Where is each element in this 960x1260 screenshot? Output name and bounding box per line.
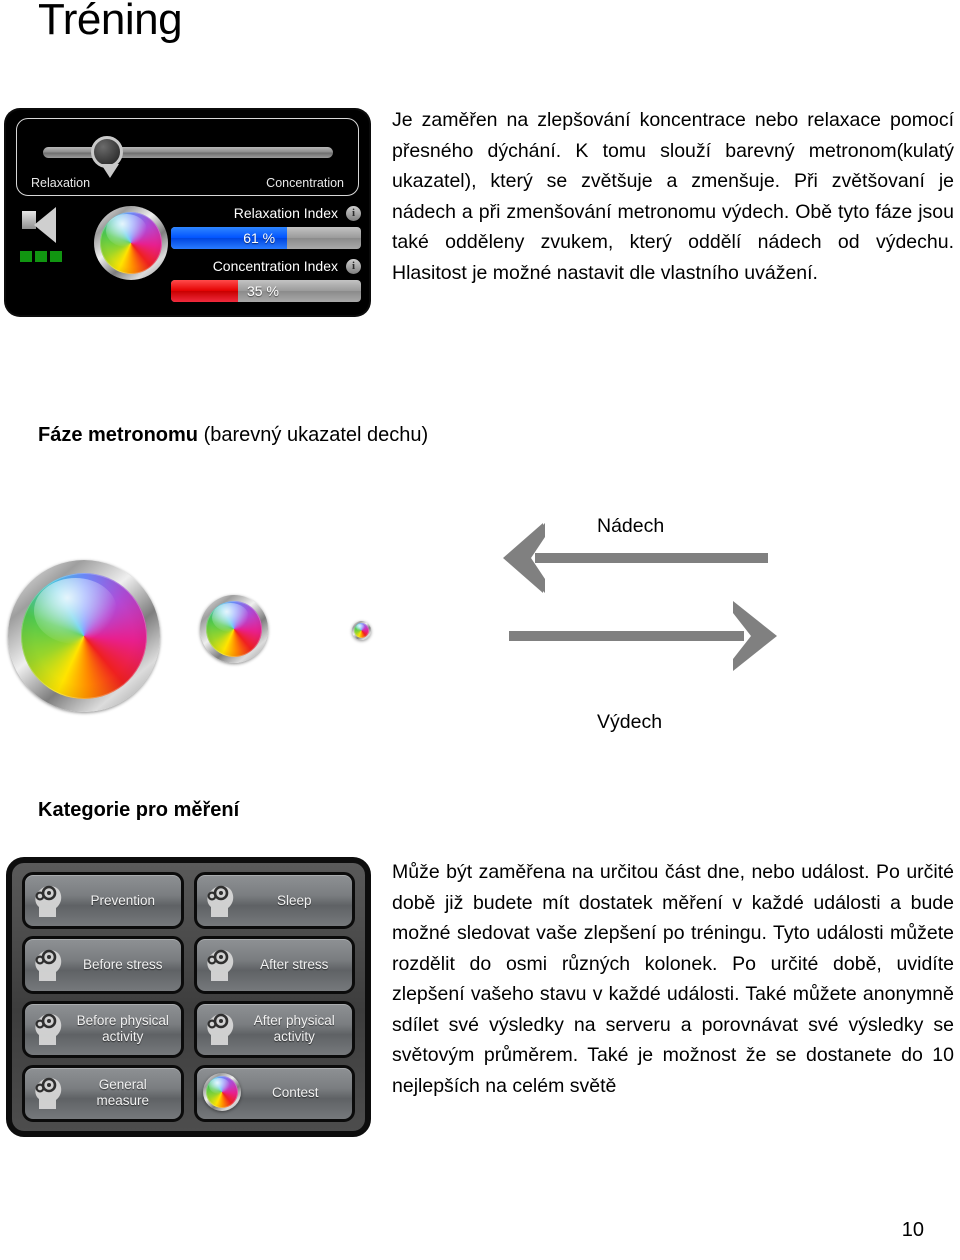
info-icon[interactable]: i bbox=[346, 205, 361, 221]
categories-row: Before physical activity After physical … bbox=[22, 1000, 355, 1058]
intro-paragraph: Je zaměřen na zlepšování koncentrace neb… bbox=[392, 109, 954, 284]
exhale-arrow-icon bbox=[509, 601, 777, 671]
metronome-phase-heading-rest: (barevný ukazatel dechu) bbox=[198, 424, 429, 446]
head-gears-icon bbox=[201, 1009, 243, 1049]
relaxation-index-bar: 61 % bbox=[171, 227, 361, 249]
info-icon[interactable]: i bbox=[346, 258, 361, 274]
concentration-index-label: Concentration Index bbox=[212, 258, 338, 274]
category-label: Prevention bbox=[90, 892, 156, 908]
metronome-wheel-medium bbox=[200, 595, 268, 663]
category-button-sleep[interactable]: Sleep bbox=[193, 872, 355, 930]
category-label: Sleep bbox=[276, 892, 312, 908]
relaxation-index-row: Relaxation Index i bbox=[165, 202, 361, 224]
metronome-wheel bbox=[94, 206, 168, 280]
speaker-icon bbox=[20, 207, 60, 243]
relaxation-index-value: 61 % bbox=[243, 230, 276, 246]
head-gears-icon bbox=[29, 945, 71, 985]
slider-label-relaxation: Relaxation bbox=[31, 176, 91, 190]
category-button-before-physical-activity[interactable]: Before physical activity bbox=[22, 1000, 184, 1058]
category-button-after-stress[interactable]: After stress bbox=[193, 936, 355, 994]
page-title: Tréning bbox=[38, 0, 183, 44]
category-label: After stress bbox=[260, 956, 329, 972]
inhale-label: Nádech bbox=[597, 515, 665, 537]
metronome-phase-heading: Fáze metronomu (barevný ukazatel dechu) bbox=[38, 423, 428, 447]
slider-knob[interactable] bbox=[91, 136, 123, 178]
category-label: General measure bbox=[96, 1077, 150, 1109]
categories-row: General measure Contest bbox=[22, 1064, 355, 1122]
metronome-wheel-small bbox=[352, 621, 371, 640]
index-readouts: Relaxation Index i 61 % Concentration In… bbox=[165, 202, 361, 308]
category-button-prevention[interactable]: Prevention bbox=[22, 872, 184, 930]
device-screenshot-panel: Relaxation Concentration Relaxation Inde… bbox=[6, 110, 369, 315]
slider-track[interactable] bbox=[43, 147, 333, 158]
category-label: Before physical activity bbox=[76, 1013, 169, 1045]
concentration-index-row: Concentration Index i bbox=[165, 255, 361, 277]
relaxation-index-label: Relaxation Index bbox=[233, 205, 338, 221]
head-gears-icon bbox=[29, 1073, 71, 1113]
head-gears-icon bbox=[201, 945, 243, 985]
metronome-phase-diagram: Nádech Výdech bbox=[0, 455, 960, 755]
head-gears-icon bbox=[29, 1009, 71, 1049]
slider-label-concentration: Concentration bbox=[266, 176, 344, 190]
categories-row: Prevention Sleep bbox=[22, 872, 355, 930]
metronome-wheel-large bbox=[8, 560, 160, 712]
volume-level-bars bbox=[20, 251, 62, 262]
category-button-after-physical-activity[interactable]: After physical activity bbox=[193, 1000, 355, 1058]
page-number: 10 bbox=[901, 1219, 924, 1241]
concentration-index-value: 35 % bbox=[247, 283, 279, 299]
category-button-contest[interactable]: Contest bbox=[193, 1064, 355, 1122]
relaxation-concentration-slider[interactable]: Relaxation Concentration bbox=[16, 118, 359, 196]
category-label: Before stress bbox=[82, 956, 163, 972]
categories-paragraph: Může být zaměřena na určitou část dne, n… bbox=[392, 861, 954, 1097]
categories-heading: Kategorie pro měření bbox=[38, 799, 240, 821]
categories-row: Before stress After stress bbox=[22, 936, 355, 994]
volume-control[interactable] bbox=[20, 207, 78, 279]
concentration-index-bar: 35 % bbox=[171, 280, 361, 302]
exhale-label: Výdech bbox=[597, 711, 663, 733]
category-button-general-measure[interactable]: General measure bbox=[22, 1064, 184, 1122]
head-gears-icon bbox=[29, 881, 71, 921]
head-gears-icon bbox=[201, 881, 243, 921]
metronome-phase-heading-bold: Fáze metronomu bbox=[38, 424, 199, 446]
category-label: Contest bbox=[271, 1085, 319, 1101]
color-wheel-icon bbox=[202, 1073, 245, 1113]
categories-panel: Prevention Sleep Before stress After str… bbox=[6, 857, 371, 1137]
category-label: After physical activity bbox=[253, 1013, 335, 1045]
category-button-before-stress[interactable]: Before stress bbox=[22, 936, 184, 994]
